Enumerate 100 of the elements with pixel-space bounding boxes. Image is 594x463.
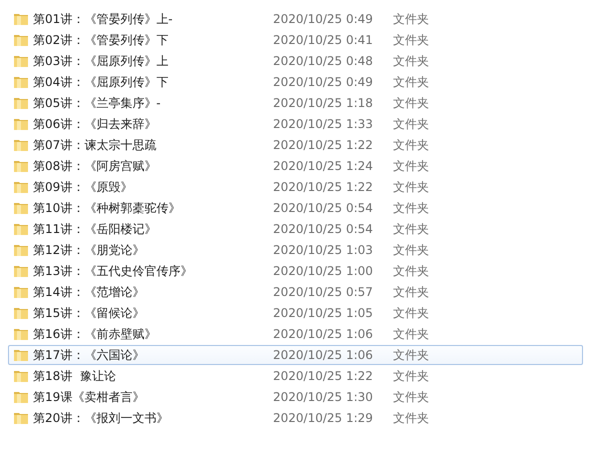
modified-date: 2020/10/25 0:57 [273, 285, 374, 299]
folder-row[interactable]: 第15讲：《留候论》 2020/10/25 1:05 文件夹 [8, 303, 583, 323]
folder-name: 第07讲：谏太宗十思疏 [33, 136, 158, 154]
folder-icon [13, 306, 29, 320]
folder-name: 第02讲：《管晏列传》下 [33, 32, 170, 48]
file-type: 文件夹 [393, 116, 429, 132]
folder-row[interactable]: 第01讲：《管晏列传》上- 2020/10/25 0:49 文件夹 [8, 9, 583, 29]
folder-icon [13, 180, 29, 194]
file-type: 文件夹 [393, 158, 429, 174]
folder-name: 第19课《卖柑者言》 [33, 388, 146, 406]
file-type: 文件夹 [393, 200, 429, 216]
folder-icon [13, 348, 29, 362]
folder-row[interactable]: 第11讲：《岳阳楼记》 2020/10/25 0:54 文件夹 [8, 219, 583, 239]
modified-date: 2020/10/25 1:06 [273, 327, 374, 341]
modified-date: 2020/10/25 0:41 [273, 33, 374, 47]
folder-icon [13, 159, 29, 173]
file-type: 文件夹 [393, 346, 429, 364]
folder-icon [13, 75, 29, 89]
file-type: 文件夹 [393, 52, 429, 70]
folder-icon [13, 264, 29, 278]
folder-row[interactable]: 第03讲：《屈原列传》上 2020/10/25 0:48 文件夹 [8, 51, 583, 71]
folder-icon [13, 117, 29, 131]
file-type: 文件夹 [393, 178, 429, 196]
modified-date: 2020/10/25 1:03 [273, 243, 374, 257]
folder-icon [13, 285, 29, 299]
folder-icon [13, 369, 29, 383]
folder-name: 第18讲 豫让论 [33, 368, 117, 384]
folder-name: 第05讲：《兰亭集序》- [33, 94, 162, 112]
folder-row[interactable]: 第19课《卖柑者言》 2020/10/25 1:30 文件夹 [8, 387, 583, 407]
folder-name: 第01讲：《管晏列传》上- [33, 10, 174, 28]
folder-name: 第09讲：《原毁》 [33, 178, 134, 196]
modified-date: 2020/10/25 0:48 [273, 54, 374, 68]
folder-row[interactable]: 第07讲：谏太宗十思疏 2020/10/25 1:22 文件夹 [8, 135, 583, 155]
modified-date: 2020/10/25 1:18 [273, 96, 374, 110]
folder-row[interactable]: 第05讲：《兰亭集序》- 2020/10/25 1:18 文件夹 [8, 93, 583, 113]
folder-row[interactable]: 第09讲：《原毁》 2020/10/25 1:22 文件夹 [8, 177, 583, 197]
folder-icon [13, 243, 29, 257]
file-type: 文件夹 [393, 388, 429, 406]
modified-date: 2020/10/25 1:29 [273, 411, 374, 425]
folder-row[interactable]: 第12讲：《朋党论》 2020/10/25 1:03 文件夹 [8, 240, 583, 260]
file-type: 文件夹 [393, 10, 429, 28]
modified-date: 2020/10/25 1:22 [273, 180, 374, 194]
modified-date: 2020/10/25 0:49 [273, 75, 374, 89]
file-type: 文件夹 [393, 368, 429, 384]
folder-name: 第14讲：《范增论》 [33, 284, 146, 300]
folder-name: 第08讲：《阿房宫赋》 [33, 158, 158, 174]
file-type: 文件夹 [393, 220, 429, 238]
folder-row[interactable]: 第08讲：《阿房宫赋》 2020/10/25 1:24 文件夹 [8, 156, 583, 176]
folder-name: 第03讲：《屈原列传》上 [33, 52, 170, 70]
folder-name: 第11讲：《岳阳楼记》 [33, 220, 158, 238]
folder-row[interactable]: 第20讲：《报刘一文书》 2020/10/25 1:29 文件夹 [8, 408, 583, 428]
folder-name: 第10讲：《种树郭橐驼传》 [33, 200, 182, 216]
folder-name: 第16讲：《前赤壁赋》 [33, 326, 158, 342]
modified-date: 2020/10/25 0:49 [273, 12, 374, 26]
folder-name: 第13讲：《五代史伶官传序》 [33, 262, 194, 280]
folder-name: 第20讲：《报刘一文书》 [33, 410, 170, 426]
folder-row[interactable]: 第17讲：《六国论》 2020/10/25 1:06 文件夹 [8, 345, 583, 365]
modified-date: 2020/10/25 1:05 [273, 306, 374, 320]
folder-name: 第15讲：《留候论》 [33, 304, 146, 322]
folder-row[interactable]: 第18讲 豫让论 2020/10/25 1:22 文件夹 [8, 366, 583, 386]
folder-row[interactable]: 第14讲：《范增论》 2020/10/25 0:57 文件夹 [8, 282, 583, 302]
file-type: 文件夹 [393, 304, 429, 322]
folder-row[interactable]: 第02讲：《管晏列传》下 2020/10/25 0:41 文件夹 [8, 30, 583, 50]
modified-date: 2020/10/25 1:24 [273, 159, 374, 173]
file-type: 文件夹 [393, 136, 429, 154]
file-type: 文件夹 [393, 242, 429, 258]
modified-date: 2020/10/25 0:54 [273, 201, 374, 215]
modified-date: 2020/10/25 1:30 [273, 390, 374, 404]
folder-name: 第06讲：《归去来辞》 [33, 116, 158, 132]
folder-icon [13, 54, 29, 68]
file-type: 文件夹 [393, 262, 429, 280]
file-type: 文件夹 [393, 32, 429, 48]
file-type: 文件夹 [393, 284, 429, 300]
folder-row[interactable]: 第10讲：《种树郭橐驼传》 2020/10/25 0:54 文件夹 [8, 198, 583, 218]
modified-date: 2020/10/25 1:06 [273, 348, 374, 362]
folder-icon [13, 327, 29, 341]
file-type: 文件夹 [393, 326, 429, 342]
folder-icon [13, 390, 29, 404]
modified-date: 2020/10/25 1:33 [273, 117, 374, 131]
folder-name: 第17讲：《六国论》 [33, 346, 146, 364]
folder-name: 第04讲：《屈原列传》下 [33, 74, 170, 90]
modified-date: 2020/10/25 1:22 [273, 138, 374, 152]
folder-row[interactable]: 第04讲：《屈原列传》下 2020/10/25 0:49 文件夹 [8, 72, 583, 92]
file-type: 文件夹 [393, 410, 429, 426]
modified-date: 2020/10/25 1:22 [273, 369, 374, 383]
folder-icon [13, 33, 29, 47]
folder-icon [13, 222, 29, 236]
folder-icon [13, 138, 29, 152]
file-type: 文件夹 [393, 94, 429, 112]
folder-row[interactable]: 第06讲：《归去来辞》 2020/10/25 1:33 文件夹 [8, 114, 583, 134]
folder-icon [13, 201, 29, 215]
folder-icon [13, 96, 29, 110]
modified-date: 2020/10/25 1:00 [273, 264, 374, 278]
folder-row[interactable]: 第16讲：《前赤壁赋》 2020/10/25 1:06 文件夹 [8, 324, 583, 344]
folder-name: 第12讲：《朋党论》 [33, 242, 146, 258]
folder-row[interactable]: 第13讲：《五代史伶官传序》 2020/10/25 1:00 文件夹 [8, 261, 583, 281]
folder-icon [13, 12, 29, 26]
folder-icon [13, 411, 29, 425]
file-type: 文件夹 [393, 74, 429, 90]
modified-date: 2020/10/25 0:54 [273, 222, 374, 236]
